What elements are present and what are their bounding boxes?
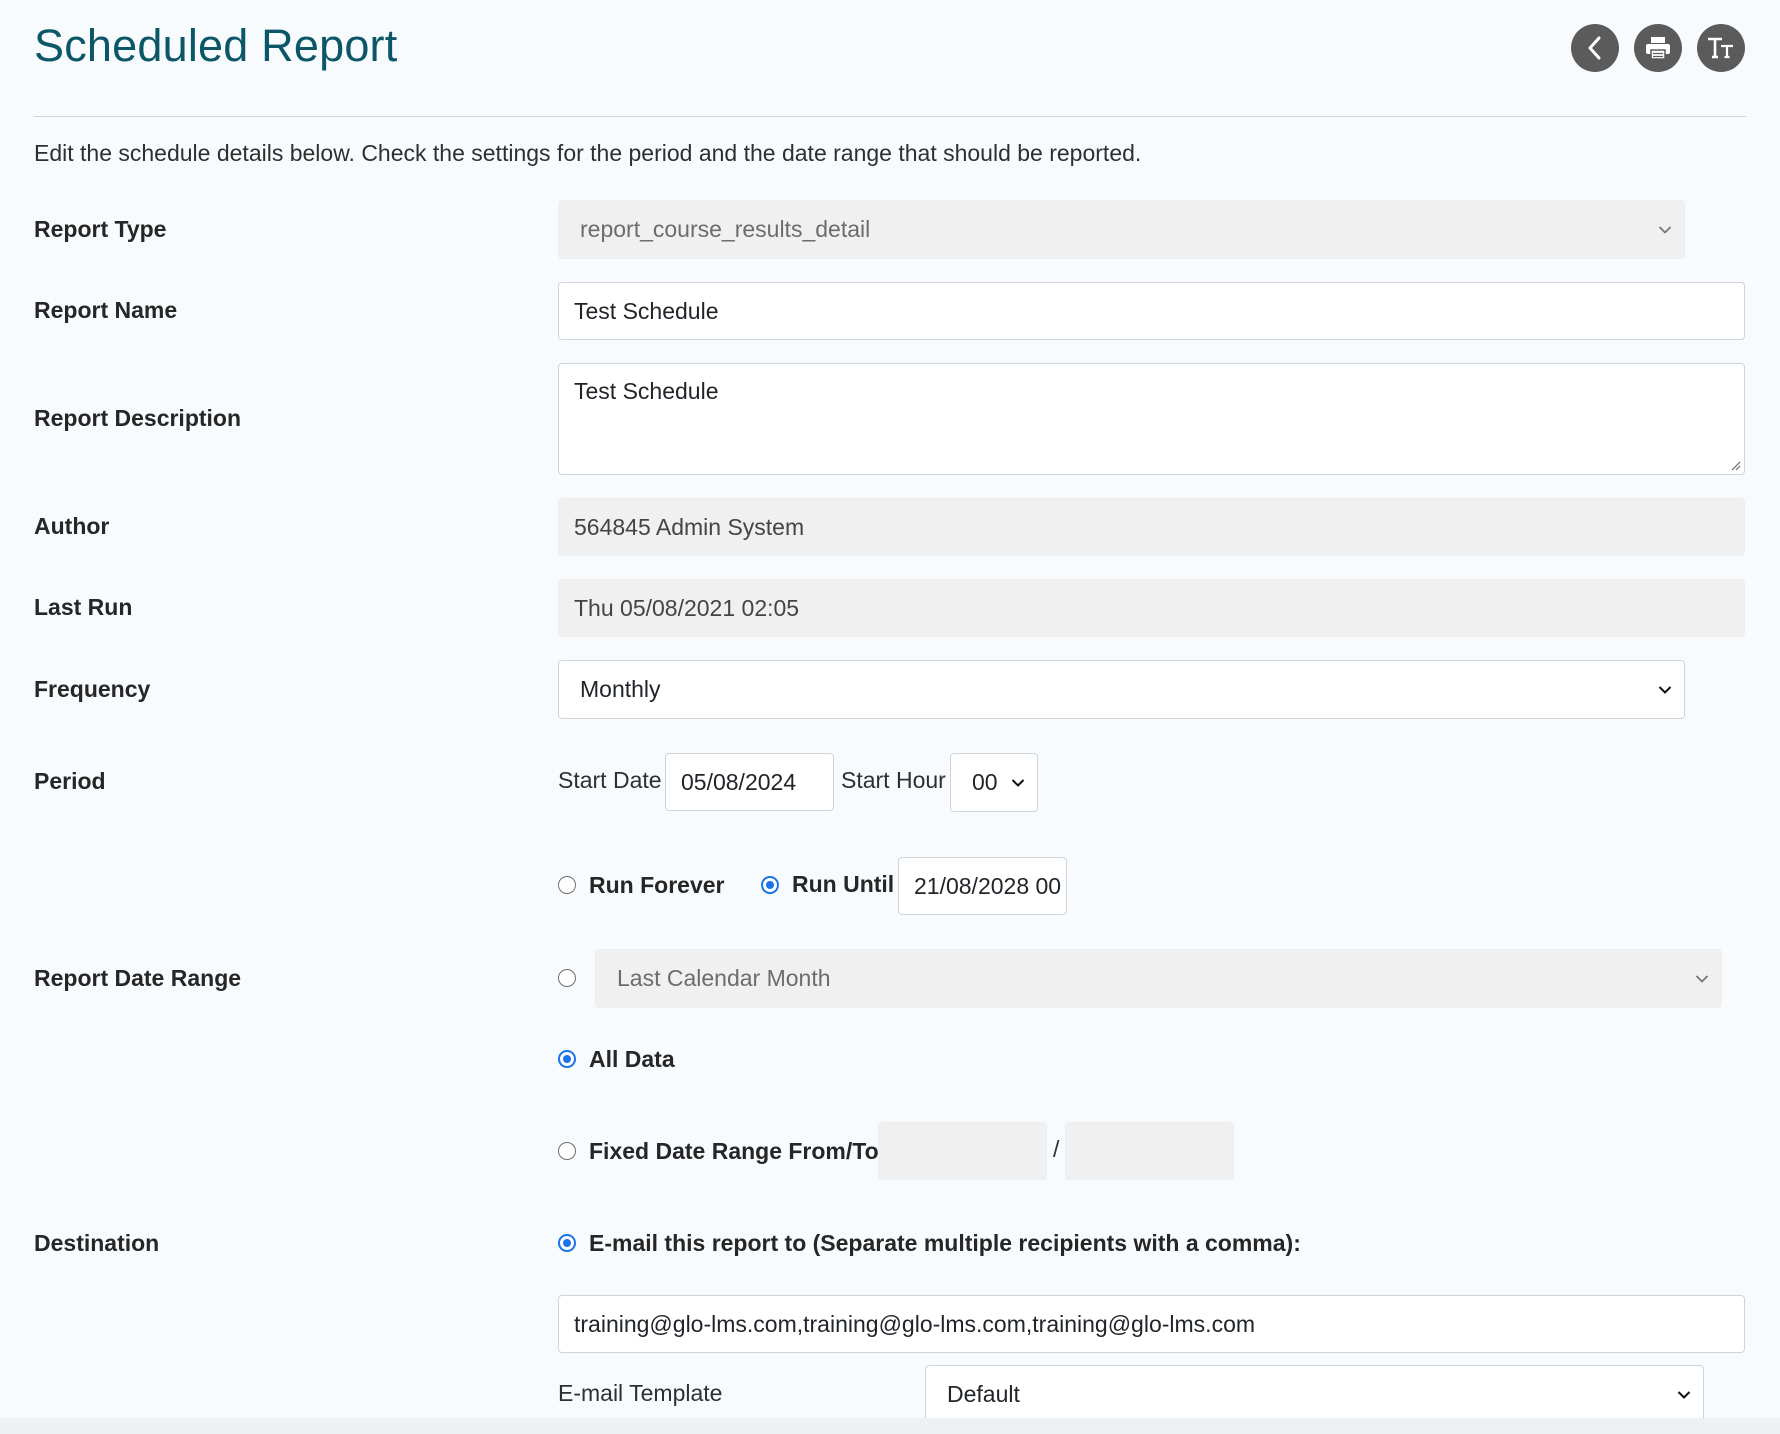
chevron-down-icon — [1658, 225, 1672, 234]
author-value: 564845 Admin System — [574, 513, 805, 540]
email-destination-radio[interactable] — [558, 1234, 576, 1252]
all-data-label[interactable]: All Data — [589, 1046, 675, 1073]
fixed-range-to-input[interactable] — [1065, 1122, 1234, 1180]
frequency-select[interactable]: Monthly — [558, 660, 1685, 719]
text-size-icon — [1708, 37, 1733, 59]
author-label: Author — [34, 513, 110, 539]
relative-range-value: Last Calendar Month — [617, 965, 831, 991]
range-separator: / — [1053, 1136, 1060, 1162]
email-template-label: E-mail Template — [558, 1380, 723, 1406]
report-type-select[interactable]: report_course_results_detail — [558, 200, 1685, 259]
report-description-textarea[interactable]: Test Schedule — [558, 363, 1745, 475]
report-name-input[interactable]: Test Schedule — [558, 282, 1745, 340]
run-until-value: 21/08/2028 00 — [914, 872, 1062, 899]
last-run-field: Thu 05/08/2021 02:05 — [558, 579, 1745, 637]
bottom-edge — [0, 1418, 1780, 1434]
run-forever-radio[interactable] — [558, 876, 576, 894]
print-button[interactable] — [1634, 24, 1682, 72]
all-data-radio[interactable] — [558, 1050, 576, 1068]
relative-range-select[interactable]: Last Calendar Month — [595, 949, 1722, 1008]
back-button[interactable] — [1571, 24, 1619, 72]
chevron-down-icon — [1658, 685, 1672, 694]
destination-label: Destination — [34, 1230, 160, 1256]
report-description-label: Report Description — [34, 405, 242, 431]
start-date-label: Start Date — [558, 767, 662, 793]
email-recipients-input[interactable]: training@glo-lms.com,training@glo-lms.co… — [558, 1295, 1745, 1353]
email-recipients-value: training@glo-lms.com,training@glo-lms.co… — [574, 1310, 1256, 1337]
last-run-label: Last Run — [34, 594, 133, 620]
author-field: 564845 Admin System — [558, 498, 1745, 556]
start-hour-select[interactable]: 00 — [950, 753, 1038, 812]
report-type-value: report_course_results_detail — [580, 216, 871, 242]
print-icon — [1646, 37, 1670, 60]
run-forever-label[interactable]: Run Forever — [589, 872, 724, 899]
frequency-value: Monthly — [580, 676, 661, 702]
fixed-range-radio[interactable] — [558, 1142, 576, 1160]
fixed-range-label[interactable]: Fixed Date Range From/To — [589, 1138, 879, 1165]
start-hour-value: 00 — [972, 769, 998, 795]
intro-text: Edit the schedule details below. Check t… — [34, 140, 1142, 166]
chevron-down-icon — [1011, 778, 1025, 787]
resize-handle-icon[interactable] — [1729, 459, 1741, 471]
chevron-down-icon — [1695, 974, 1709, 983]
chevron-down-icon — [1677, 1390, 1691, 1399]
header-divider — [34, 116, 1746, 117]
email-destination-label[interactable]: E-mail this report to (Separate multiple… — [589, 1230, 1301, 1257]
period-label: Period — [34, 768, 106, 794]
report-type-label: Report Type — [34, 216, 167, 242]
run-until-radio[interactable] — [761, 876, 779, 894]
start-hour-label: Start Hour — [841, 767, 946, 793]
fixed-range-from-input[interactable] — [878, 1122, 1047, 1180]
start-date-input[interactable]: 05/08/2024 — [665, 753, 834, 811]
relative-range-radio[interactable] — [558, 969, 576, 987]
email-template-select[interactable]: Default — [925, 1365, 1704, 1424]
text-size-button[interactable] — [1697, 24, 1745, 72]
report-description-value: Test Schedule — [574, 378, 719, 404]
email-template-value: Default — [947, 1381, 1020, 1407]
report-name-value: Test Schedule — [574, 297, 719, 324]
page-title: Scheduled Report — [34, 20, 398, 71]
run-until-input[interactable]: 21/08/2028 00 — [898, 857, 1067, 915]
report-name-label: Report Name — [34, 297, 178, 323]
report-date-range-label: Report Date Range — [34, 965, 242, 991]
start-date-value: 05/08/2024 — [681, 768, 797, 795]
last-run-value: Thu 05/08/2021 02:05 — [574, 594, 800, 621]
run-until-label[interactable]: Run Until — [792, 871, 894, 898]
frequency-label: Frequency — [34, 676, 151, 702]
back-icon — [1588, 36, 1601, 60]
